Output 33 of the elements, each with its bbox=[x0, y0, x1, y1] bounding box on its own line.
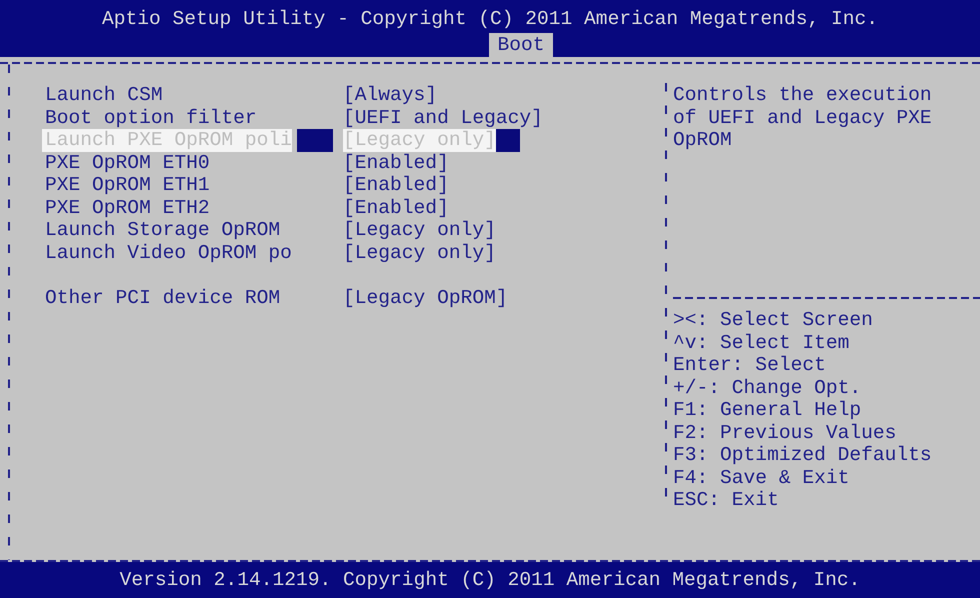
setting-value[interactable]: [Legacy only] bbox=[343, 219, 496, 242]
key-hint: F3: Optimized Defaults bbox=[673, 444, 932, 466]
setting-label[interactable]: Launch CSM bbox=[45, 84, 163, 106]
key-hint: F4: Save & Exit bbox=[673, 466, 850, 489]
tab[interactable]: Boot bbox=[489, 33, 553, 57]
setting-value[interactable]: [Enabled] bbox=[343, 152, 449, 174]
key-hint: F2: Previous Values bbox=[673, 422, 896, 444]
setting-value[interactable]: [Always] bbox=[343, 84, 438, 106]
setting-label[interactable]: Launch Video OpROM po bbox=[45, 242, 292, 264]
setting-value[interactable]: [Legacy OpROM] bbox=[343, 286, 508, 309]
setting-label[interactable]: Other PCI device ROM bbox=[45, 286, 280, 309]
key-hint: Enter: Select bbox=[673, 354, 826, 376]
cursor-block bbox=[496, 129, 520, 152]
help-text: Controls the execution bbox=[673, 84, 932, 106]
help-text: of UEFI and Legacy PXE bbox=[673, 106, 932, 129]
key-hint: +/-: Change Opt. bbox=[673, 376, 862, 399]
setting-label[interactable]: PXE OpROM ETH1 bbox=[45, 174, 210, 196]
setting-label[interactable]: Launch Storage OpROM bbox=[45, 219, 280, 242]
cursor-block bbox=[296, 129, 333, 152]
setting-value[interactable]: [UEFI and Legacy] bbox=[343, 106, 543, 129]
help-text: OpROM bbox=[673, 129, 732, 152]
setting-value[interactable]: [Legacy only] bbox=[343, 242, 496, 264]
version-text: Version 2.14.1219. Copyright (C) 2011 American Megatrends, Inc. bbox=[120, 569, 860, 591]
setting-value[interactable]: [Enabled] bbox=[343, 196, 449, 219]
setting-label[interactable]: PXE OpROM ETH0 bbox=[45, 152, 210, 174]
window-title: Aptio Setup Utility - Copyright (C) 2011 American Megatrends, Inc. bbox=[100, 7, 880, 32]
key-hint: ESC: Exit bbox=[673, 489, 779, 512]
setting-label[interactable]: Boot option filter bbox=[45, 106, 257, 129]
key-hint: ^v: Select Item bbox=[673, 332, 850, 354]
key-hint: ><: Select Screen bbox=[673, 309, 873, 332]
setting-value[interactable]: [Enabled] bbox=[343, 174, 449, 196]
setting-label[interactable]: PXE OpROM ETH2 bbox=[45, 196, 210, 219]
key-hint: F1: General Help bbox=[673, 399, 862, 422]
